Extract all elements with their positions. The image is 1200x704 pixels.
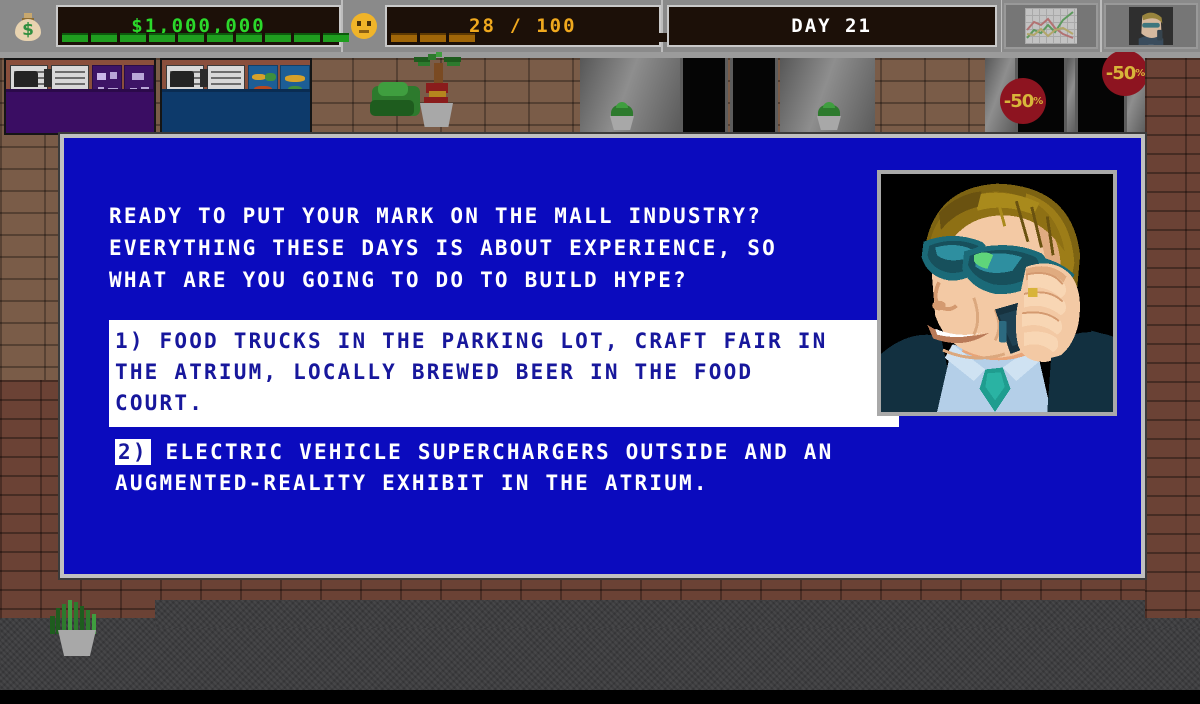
store-window-pane	[680, 58, 728, 135]
cash-register	[14, 71, 38, 87]
dialog-box: READY TO PUT YOUR MARK ON THE MALL INDUS…	[58, 132, 1147, 580]
option-marker: 2)	[115, 439, 151, 465]
dialog-options-list: 1) FOOD TRUCKS IN THE PARKING LOT, CRAFT…	[109, 320, 899, 511]
shop-counter	[6, 89, 154, 133]
counter-item	[44, 69, 52, 87]
mall-floor-upper	[155, 600, 1200, 628]
advisor-portrait	[877, 170, 1117, 416]
stats-chart-button[interactable]	[1004, 3, 1099, 49]
sale-sign-pct: %	[1135, 67, 1145, 79]
money-meter: $1,000,000	[56, 5, 349, 47]
shop-front-blue	[160, 58, 312, 135]
screen-footer	[0, 690, 1200, 704]
shop-counter	[162, 89, 310, 133]
happiness-meter: 28 / 100	[384, 5, 678, 47]
happiness-segment-bar	[390, 33, 678, 42]
window-frame	[1067, 58, 1075, 135]
sale-sign-label: -50	[1003, 90, 1035, 112]
top-status-bar: $ $1,000,000 28 / 100 DAY 21	[0, 0, 1200, 52]
cash-register	[170, 71, 194, 87]
line-chart-icon	[1025, 8, 1078, 44]
brick-column-right	[1145, 58, 1200, 618]
option-line: THE ATRIUM, LOCALLY BREWED BEER IN THE F…	[115, 360, 754, 384]
shop-front-purple	[4, 58, 156, 135]
hud-divider	[1100, 0, 1103, 52]
day-value: DAY 21	[791, 15, 872, 37]
option-line: 1) FOOD TRUCKS IN THE PARKING LOT, CRAFT…	[115, 329, 828, 353]
option-line-text: ELECTRIC VEHICLE SUPERCHARGERS OUTSIDE A…	[150, 440, 834, 464]
advisor-portrait-icon	[1129, 7, 1174, 45]
counter-item	[200, 69, 208, 87]
option-line: AUGMENTED-REALITY EXHIBIT IN THE ATRIUM.	[115, 471, 709, 495]
dialog-option-1[interactable]: 1) FOOD TRUCKS IN THE PARKING LOT, CRAFT…	[109, 320, 899, 427]
money-meter-group: $ $1,000,000	[0, 0, 349, 52]
prompt-line: READY TO PUT YOUR MARK ON THE MALL INDUS…	[109, 204, 763, 228]
dialog-prompt: READY TO PUT YOUR MARK ON THE MALL INDUS…	[109, 200, 889, 296]
store-window-pane	[730, 58, 778, 135]
day-meter: DAY 21	[666, 5, 997, 47]
sale-sign: -50%	[1000, 78, 1046, 124]
neutral-face-icon	[343, 13, 385, 39]
dialog-option-2[interactable]: 2) ELECTRIC VEHICLE SUPERCHARGERS OUTSID…	[109, 431, 899, 507]
mall-floor	[0, 618, 1200, 690]
prompt-line: WHAT ARE YOU GOING TO DO TO BUILD HYPE?	[109, 268, 688, 292]
day-counter-group: DAY 21	[663, 0, 997, 52]
option-line: COURT.	[115, 391, 205, 415]
advisor-portrait-button[interactable]	[1104, 3, 1198, 49]
option-line: 2) ELECTRIC VEHICLE SUPERCHARGERS OUTSID…	[115, 437, 893, 468]
sale-sign-label: -50	[1105, 62, 1137, 84]
prompt-line: EVERYTHING THESE DAYS IS ABOUT EXPERIENC…	[109, 236, 777, 260]
happiness-meter-group: 28 / 100	[343, 0, 678, 52]
money-bag-icon: $	[0, 11, 56, 41]
sale-sign: -50%	[1102, 50, 1148, 96]
game-screen: -50% -50% $ $1,000,000 28 / 100 DAY 21 R…	[0, 0, 1200, 704]
sale-sign-pct: %	[1033, 95, 1043, 107]
hud-divider	[1000, 0, 1003, 52]
money-segment-bar	[62, 33, 349, 42]
